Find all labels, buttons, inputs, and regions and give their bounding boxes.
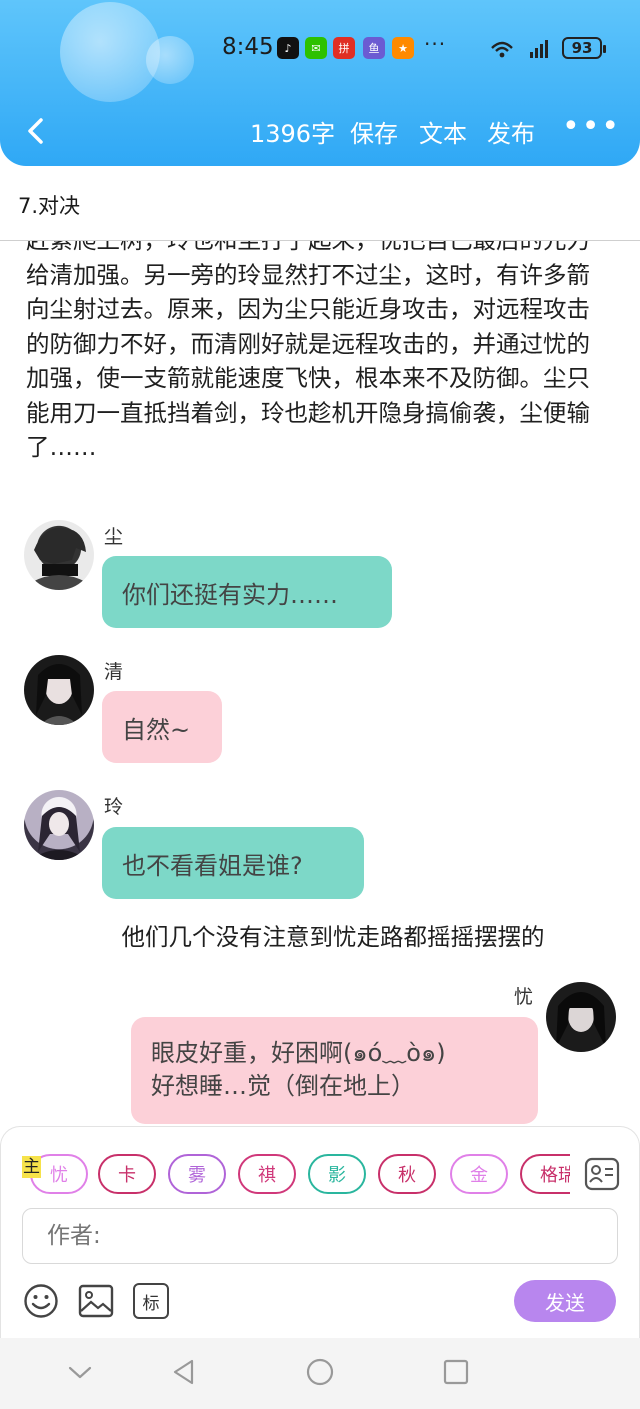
chat-bubble[interactable]: 自然~ (102, 691, 222, 763)
avatar-qing[interactable] (24, 655, 94, 725)
publish-button[interactable]: 发布 (487, 114, 535, 149)
speaker-name: 尘 (104, 526, 124, 548)
contact-card-icon[interactable] (584, 1156, 620, 1192)
xianyu-icon: 鱼 (363, 37, 385, 59)
system-nav-bar (0, 1338, 640, 1409)
role-chip[interactable]: 卡 (98, 1154, 156, 1194)
back-triangle-icon[interactable] (170, 1358, 198, 1386)
narration-line: 他们几个没有注意到忧走路都摇摇摆摆的 (121, 923, 545, 951)
chevron-down-icon[interactable] (66, 1358, 94, 1386)
image-icon[interactable] (78, 1283, 114, 1319)
tag-button[interactable]: 标 (133, 1283, 169, 1319)
message-line: 眼皮好重，好困啊(๑ó﹏ò๑) (151, 1039, 446, 1067)
wechat-icon: ✉ (305, 37, 327, 59)
text-mode-button[interactable]: 文本 (419, 114, 467, 149)
author-input[interactable] (22, 1208, 618, 1264)
signal-icon (491, 40, 548, 58)
avatar-you[interactable] (546, 982, 616, 1052)
speaker-name: 玲 (104, 796, 124, 818)
role-chip[interactable]: 秋 (378, 1154, 436, 1194)
avatar-ling[interactable] (24, 790, 94, 860)
editor-nav: 1396字 保存 文本 发布 ••• (0, 108, 640, 158)
chat-bubble-right[interactable]: 眼皮好重，好困啊(๑ó﹏ò๑) 好想睡…觉（倒在地上） (131, 1017, 538, 1124)
pinduoduo-icon: 拼 (333, 37, 355, 59)
role-chip[interactable]: 格瑞 (520, 1154, 570, 1194)
word-count: 1396字 (250, 120, 336, 148)
avatar-chen[interactable] (24, 520, 94, 590)
recents-square-icon[interactable] (442, 1358, 470, 1386)
back-icon[interactable] (24, 118, 50, 144)
role-selector: 忧 卡 雾 祺 影 秋 金 格瑞 (20, 1150, 570, 1200)
role-chip[interactable]: 影 (308, 1154, 366, 1194)
message-line: 好想睡…觉（倒在地上） (151, 1072, 415, 1100)
chat-bubble[interactable]: 也不看看姐是谁? (102, 827, 364, 899)
send-button[interactable]: 发送 (514, 1280, 616, 1322)
more-notifications-icon: ··· (424, 32, 447, 56)
game-app-icon: ★ (392, 37, 414, 59)
chat-bubble[interactable]: 你们还挺有实力…… (102, 556, 392, 628)
speaker-name: 清 (104, 661, 124, 683)
tiktok-icon: ♪ (277, 37, 299, 59)
narrative-block: 赶紧爬上树，玲也和尘打了起来，忧把自己最后的元力给清加强。另一旁的玲显然打不过尘… (26, 241, 606, 496)
status-bar: 8:45 ♪ ✉ 拼 鱼 ★ ··· 93 (0, 30, 640, 64)
role-chip[interactable]: 金 (450, 1154, 508, 1194)
save-button[interactable]: 保存 (350, 114, 398, 149)
chapter-title[interactable]: 7.对决 (18, 190, 80, 220)
narrator-tag[interactable]: 主 (22, 1156, 41, 1178)
role-chip[interactable]: 雾 (168, 1154, 226, 1194)
speaker-name: 忧 (514, 986, 534, 1008)
status-time: 8:45 (222, 34, 274, 60)
emoji-icon[interactable] (23, 1283, 59, 1319)
narrative-text: 赶紧爬上树，玲也和尘打了起来，忧把自己最后的元力给清加强。另一旁的玲显然打不过尘… (26, 241, 590, 461)
battery-icon: 93 (562, 37, 606, 59)
role-chip[interactable]: 祺 (238, 1154, 296, 1194)
top-header: 8:45 ♪ ✉ 拼 鱼 ★ ··· 93 1396字 保存 文本 发布 ••• (0, 0, 640, 166)
home-circle-icon[interactable] (306, 1358, 334, 1386)
more-menu-icon[interactable]: ••• (562, 112, 621, 142)
